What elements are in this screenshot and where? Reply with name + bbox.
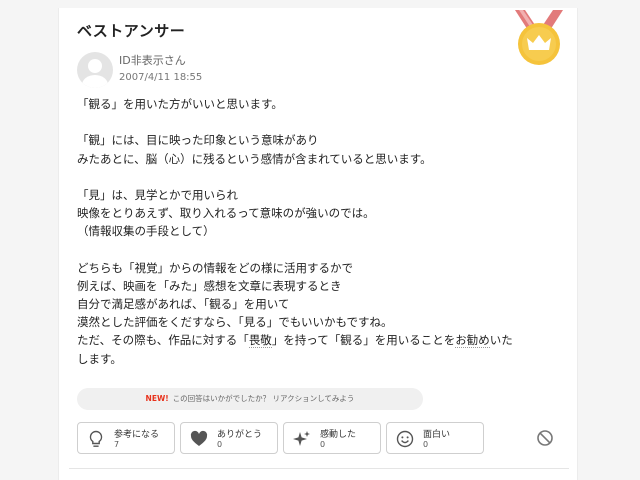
prohibited-icon[interactable]	[535, 428, 555, 448]
answer-line: どちらも「視覚」からの情報をどの様に活用するかで	[77, 260, 353, 275]
reaction-count: 0	[423, 440, 429, 449]
reaction-funny-button[interactable]: 面白い 0	[386, 422, 484, 454]
reaction-count: 0	[217, 440, 223, 449]
answer-body: 「観る」を用いた方がいいと思います。 「観」には、目に映った印象という意味があり…	[77, 95, 567, 368]
divider	[69, 468, 569, 469]
smile-icon	[396, 430, 414, 448]
answer-text: いた	[489, 333, 513, 348]
user-silhouette-icon	[82, 59, 108, 88]
answer-line: 「見」は、見学とかで用いられ	[77, 187, 238, 202]
answer-line: 「観る」を用いた方がいいと思います。	[77, 97, 283, 111]
reaction-moved-button[interactable]: 感動した 0	[283, 422, 381, 454]
avatar[interactable]	[77, 52, 113, 88]
new-badge: NEW!	[145, 394, 169, 403]
reaction-label: 参考になる	[114, 430, 160, 440]
reaction-count: 7	[114, 440, 120, 449]
answer-line: ただ、その際も、作品に対する「畏敬」を持って「観る」を用いることをお勧めいた	[77, 331, 567, 349]
answer-line: （情報収集の手段として）	[77, 224, 215, 239]
answer-line: 漠然とした評価をくだすなら、「見る」でもいいかもですね。	[77, 315, 393, 330]
user-name[interactable]: ID非表示さん	[119, 52, 186, 68]
reaction-label: ありがとう	[217, 430, 263, 440]
reaction-label: 面白い	[423, 430, 451, 440]
best-answer-card: ベストアンサー ID非表示さん 2007/4/11 18:55 「観る」を用いた…	[58, 8, 578, 480]
sparkle-icon	[293, 431, 310, 446]
answer-line: みたあとに、脳（心）に残るという感情が含まれていると思います。	[77, 151, 432, 166]
lightbulb-icon	[89, 430, 103, 447]
reaction-thanks-button[interactable]: ありがとう 0	[180, 422, 278, 454]
reaction-count: 0	[320, 440, 326, 449]
reaction-prompt-text: この回答はいかがでしたか？ リアクションしてみよう	[172, 394, 355, 403]
reaction-label: 感動した	[320, 430, 357, 440]
dictionary-link-osusume[interactable]: お勧め	[455, 333, 490, 349]
answer-line: 自分で満足感があれば、「観る」を用いて	[77, 297, 290, 312]
reaction-helpful-button[interactable]: 参考になる 7	[77, 422, 175, 454]
best-answer-title: ベストアンサー	[77, 22, 186, 40]
answer-line: 例えば、映画を「みた」感想を文章に表現するとき	[77, 278, 342, 293]
dictionary-link-ikei[interactable]: 畏敬	[248, 333, 272, 349]
post-date: 2007/4/11 18:55	[119, 72, 203, 83]
answer-line: 「観」には、目に映った印象という意味があり	[77, 133, 319, 148]
answer-text: 」を持って「観る」を用いることを	[271, 333, 456, 348]
answer-line: 映像をとりあえず、取り入れるって意味のが強いのでは。	[77, 206, 375, 221]
answer-text: ただ、その際も、作品に対する「	[77, 333, 249, 348]
reaction-prompt: NEW! この回答はいかがでしたか？ リアクションしてみよう	[77, 388, 423, 410]
heart-icon	[190, 430, 208, 446]
answer-line: します。	[77, 351, 122, 366]
crown-medal-icon	[515, 10, 563, 65]
reaction-bar: 参考になる 7 ありがとう 0 感動した 0 面白い 0	[77, 422, 567, 454]
